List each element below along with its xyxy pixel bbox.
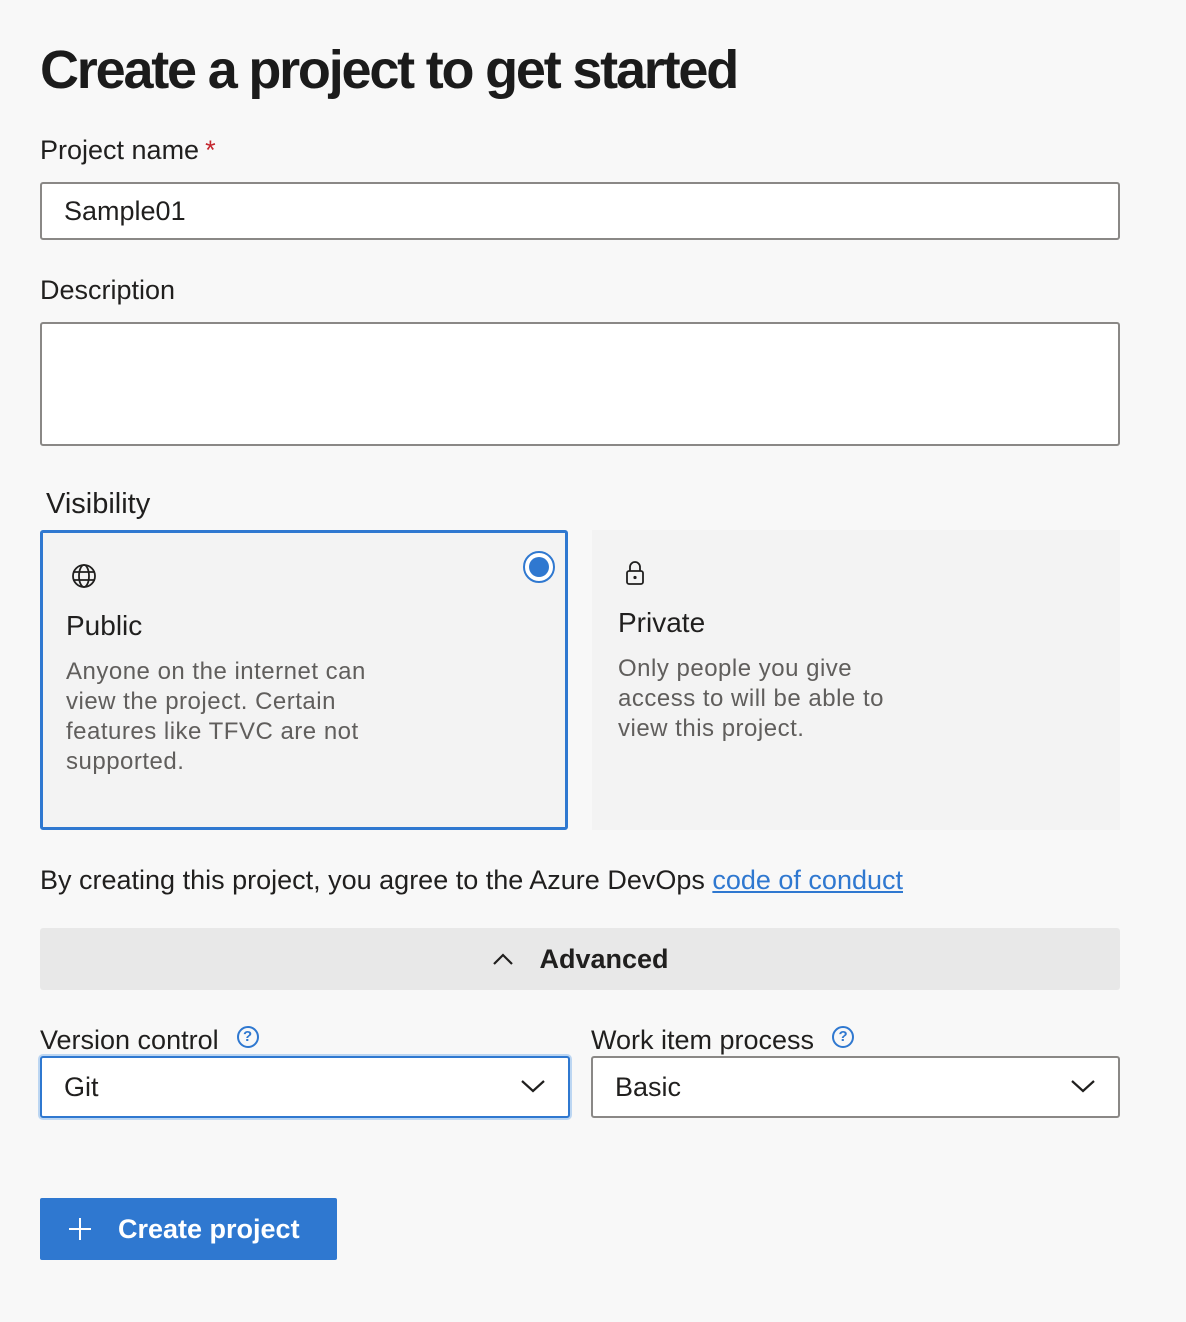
private-title: Private xyxy=(618,607,706,638)
public-radio-selected[interactable] xyxy=(523,551,555,583)
visibility-label: Visibility xyxy=(46,488,151,520)
visibility-option-public[interactable]: Public Anyone on the internet can view t… xyxy=(40,530,568,830)
chevron-down-icon xyxy=(521,1080,545,1093)
create-project-page: Create a project to get started Project … xyxy=(0,0,1186,1322)
agreement-text: By creating this project, you agree to t… xyxy=(40,862,903,898)
chevron-up-icon xyxy=(493,953,514,965)
visibility-option-private[interactable]: Private Only people you give access to w… xyxy=(592,530,1120,830)
version-control-label-text: Version control xyxy=(40,1025,219,1055)
agreement-prefix: By creating this project, you agree to t… xyxy=(40,865,713,895)
work-item-process-value: Basic xyxy=(615,1072,682,1102)
description-label: Description xyxy=(40,275,176,305)
advanced-label: Advanced xyxy=(539,943,669,974)
project-name-label-text: Project name xyxy=(40,135,200,165)
public-title: Public xyxy=(66,610,143,641)
work-item-process-label-text: Work item process xyxy=(591,1025,815,1055)
work-item-process-dropdown[interactable]: Basic xyxy=(591,1056,1120,1118)
create-project-button[interactable]: Create project xyxy=(40,1198,337,1260)
chevron-down-icon xyxy=(1071,1080,1095,1093)
work-item-process-help-icon[interactable]: ? xyxy=(832,1026,855,1048)
advanced-toggle[interactable]: Advanced xyxy=(40,928,1120,990)
plus-icon xyxy=(69,1218,91,1240)
version-control-value: Git xyxy=(64,1072,99,1102)
version-control-label: Version control? xyxy=(40,1024,259,1056)
project-name-input[interactable]: Sample01 xyxy=(40,182,1120,240)
work-item-process-label: Work item process? xyxy=(591,1024,855,1056)
required-marker: * xyxy=(205,135,216,165)
page-title: Create a project to get started xyxy=(40,40,739,100)
project-name-label: Project name * xyxy=(40,134,216,166)
globe-icon xyxy=(72,564,96,588)
create-project-label: Create project xyxy=(118,1213,300,1244)
private-description: Only people you give access to will be a… xyxy=(618,655,884,742)
lock-icon xyxy=(626,561,644,585)
code-of-conduct-link[interactable]: code of conduct xyxy=(712,865,903,895)
description-input[interactable] xyxy=(40,322,1120,446)
version-control-help-icon[interactable]: ? xyxy=(236,1026,259,1048)
version-control-dropdown[interactable]: Git xyxy=(40,1056,570,1118)
public-description: Anyone on the internet can view the proj… xyxy=(66,658,366,775)
